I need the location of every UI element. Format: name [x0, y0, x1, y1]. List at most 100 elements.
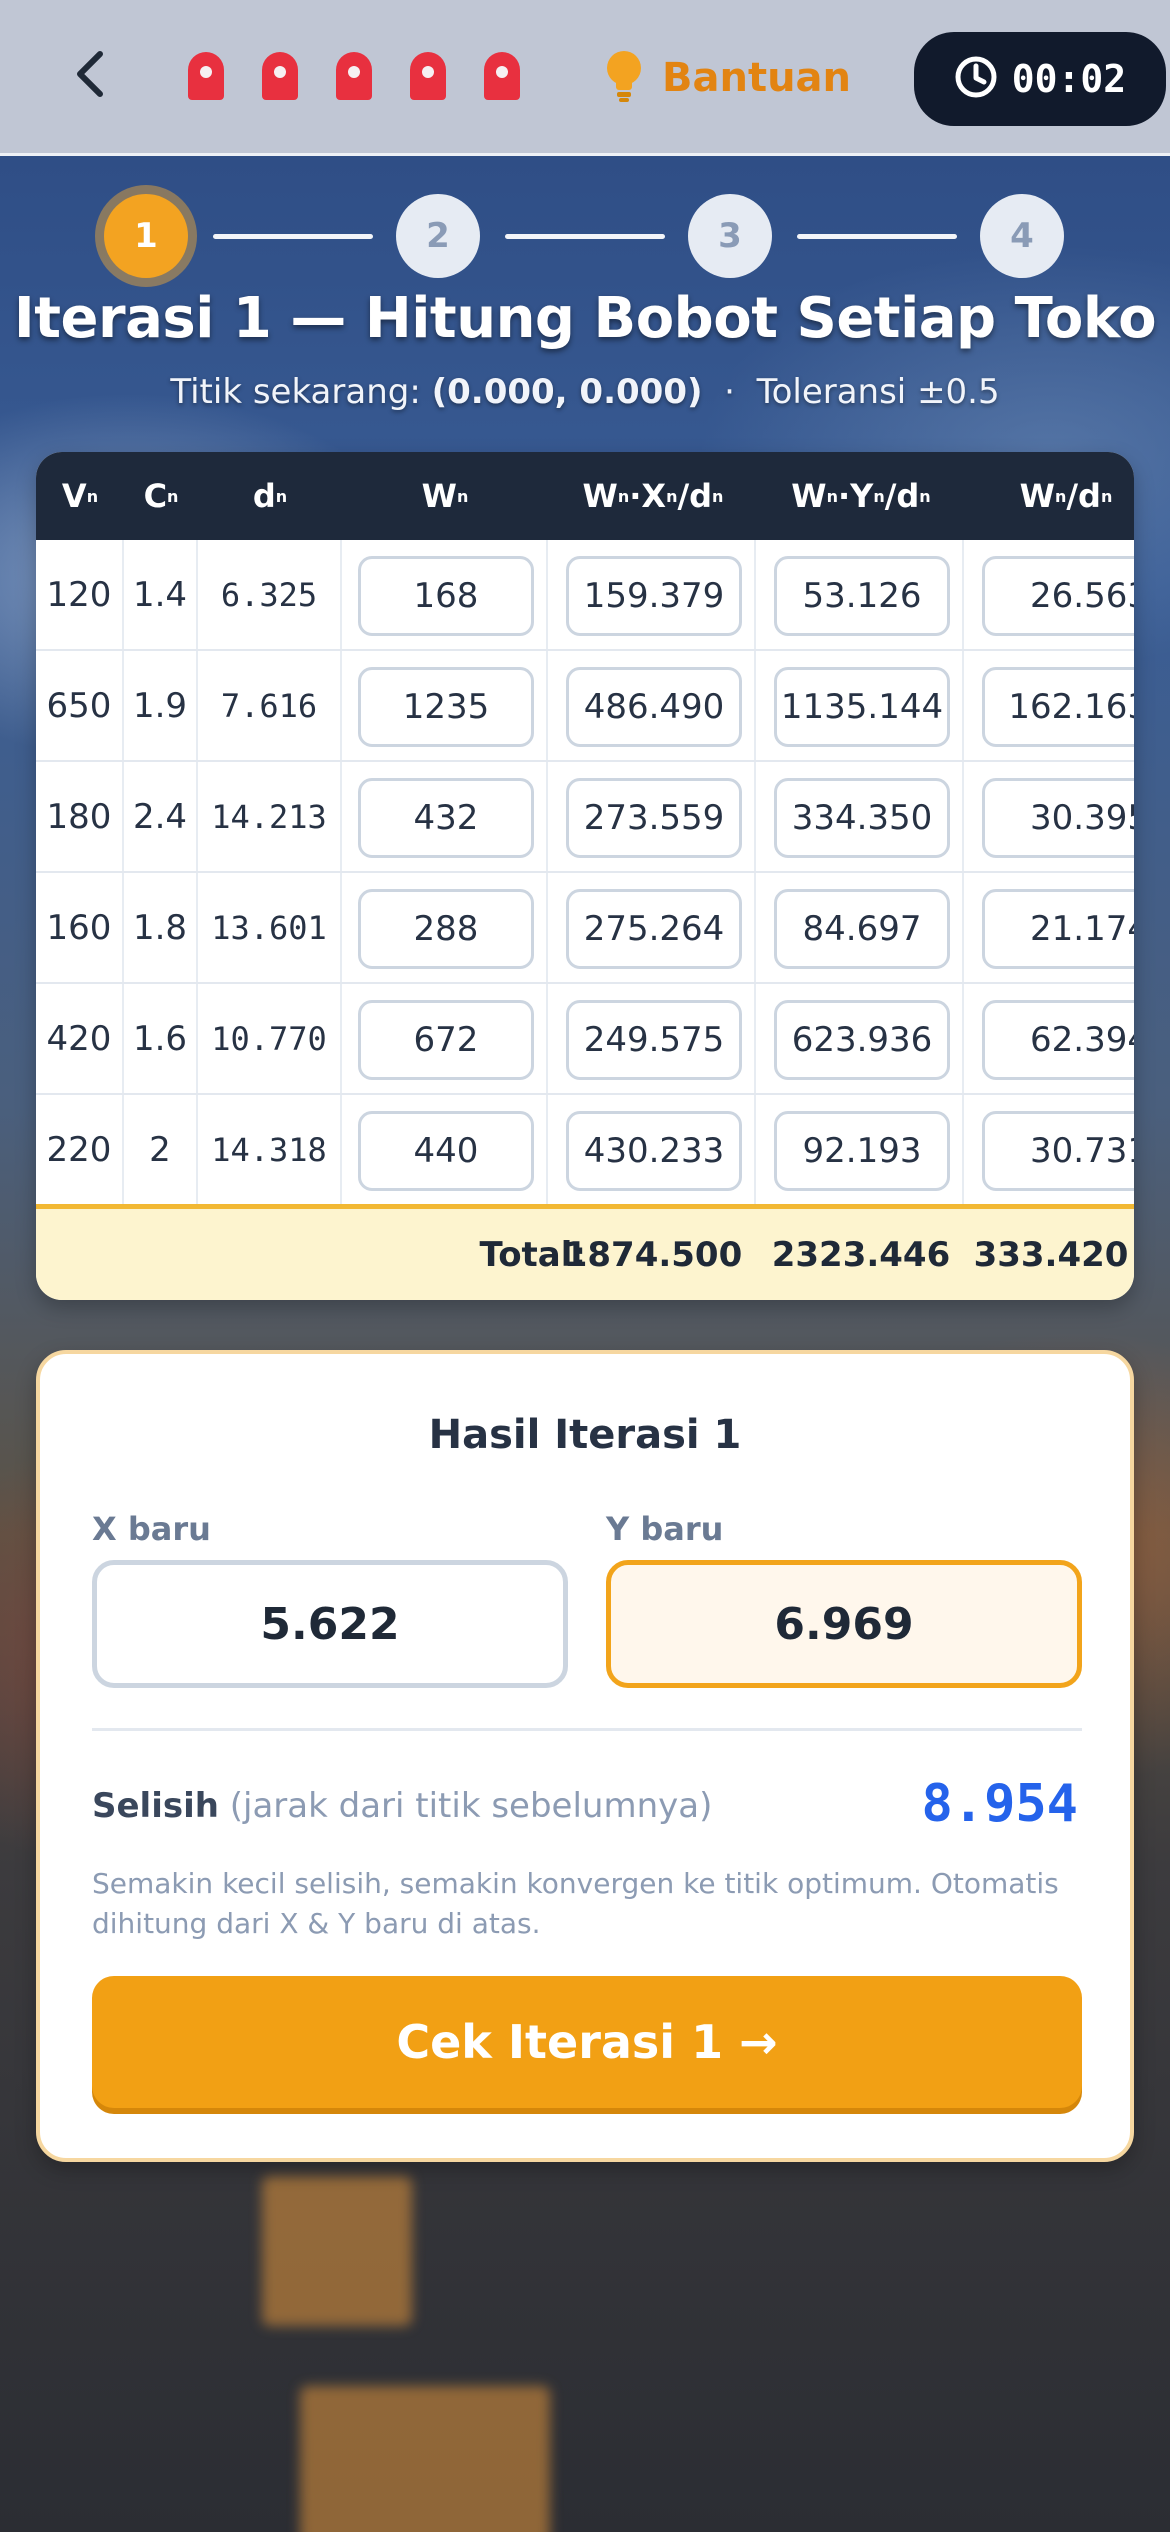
- cell-c: 1.6: [124, 984, 198, 1093]
- table-row: 6501.97.6161235 486.490 1135.144 162.163: [36, 651, 1134, 762]
- step-1: 1: [104, 194, 188, 278]
- clock-icon: [954, 55, 998, 103]
- difference-value: 8.954: [921, 1774, 1078, 1834]
- input-wd[interactable]: 21.174: [982, 889, 1134, 969]
- life-icon: [188, 52, 224, 100]
- help-label: Bantuan: [662, 55, 852, 101]
- input-wy[interactable]: 1135.144: [774, 667, 950, 747]
- header-col-wd: Wn/d n: [1019, 477, 1113, 515]
- current-point-value: (0.000, 0.000): [431, 372, 703, 412]
- step-connector: [505, 234, 665, 239]
- step-4: 4: [980, 194, 1064, 278]
- top-bar: Bantuan 00:02: [0, 0, 1170, 156]
- input-wd[interactable]: 30.395: [982, 778, 1134, 858]
- table-row: 220214.318440 430.233 92.193 30.731: [36, 1095, 1134, 1206]
- cell-v: 160: [36, 873, 124, 982]
- cell-d: 13.601: [198, 873, 342, 982]
- help-button[interactable]: Bantuan: [604, 46, 851, 110]
- input-wd[interactable]: 62.394: [982, 1000, 1134, 1080]
- input-w[interactable]: 440: [358, 1111, 534, 1191]
- input-w[interactable]: 432: [358, 778, 534, 858]
- separator-dot: ·: [724, 372, 735, 412]
- input-wx[interactable]: 249.575: [566, 1000, 742, 1080]
- total-wd: 333.420: [973, 1234, 1129, 1275]
- cell-v: 180: [36, 762, 124, 871]
- cell-c: 1.4: [124, 540, 198, 649]
- header-col-w: Wn: [421, 477, 469, 515]
- lives-indicator: [188, 52, 520, 100]
- lightbulb-icon: [604, 48, 644, 108]
- road-marking: [300, 2386, 550, 2532]
- cell-d: 14.318: [198, 1095, 342, 1204]
- y-new-input[interactable]: 6.969: [606, 1560, 1082, 1688]
- helper-note: Semakin kecil selisih, semakin konvergen…: [92, 1867, 1059, 1940]
- input-wd[interactable]: 30.731: [982, 1111, 1134, 1191]
- cell-v: 120: [36, 540, 124, 649]
- cell-v: 420: [36, 984, 124, 1093]
- road-marking: [262, 2176, 412, 2326]
- header-col-d: dn: [252, 477, 288, 515]
- cell-d: 7.616: [198, 651, 342, 760]
- timer: 00:02: [914, 32, 1166, 126]
- check-iteration-button[interactable]: Cek Iterasi 1 →: [92, 1976, 1082, 2108]
- input-wx[interactable]: 273.559: [566, 778, 742, 858]
- cell-c: 2: [124, 1095, 198, 1204]
- cell-d: 14.213: [198, 762, 342, 871]
- header-col-wy: Wn ·Y n/d n: [791, 477, 931, 515]
- table-row: 1601.813.601288 275.264 84.697 21.174: [36, 873, 1134, 984]
- table-header: Vn Cn d n Wn Wn ·X n/d n Wn ·Y n/d n Wn/d n: [36, 452, 1134, 540]
- input-wx[interactable]: 486.490: [566, 667, 742, 747]
- input-wx[interactable]: 430.233: [566, 1111, 742, 1191]
- tolerance-label: Toleransi ±0.5: [756, 372, 1000, 412]
- x-label: X baru: [92, 1510, 211, 1548]
- iteration-stepper: 1 2 3 4: [0, 190, 1170, 286]
- cell-d: 10.770: [198, 984, 342, 1093]
- input-wd[interactable]: 26.563: [982, 556, 1134, 636]
- total-wx: 1874.500: [563, 1234, 743, 1275]
- step-connector: [797, 234, 957, 239]
- input-wx[interactable]: 275.264: [566, 889, 742, 969]
- cell-c: 2.4: [124, 762, 198, 871]
- input-w[interactable]: 168: [358, 556, 534, 636]
- x-new-input[interactable]: 5.622: [92, 1560, 568, 1688]
- header-col-c: Cn: [143, 477, 179, 515]
- table-row: 4201.610.770672 249.575 623.936 62.394: [36, 984, 1134, 1095]
- timer-value: 00:02: [1011, 57, 1127, 101]
- input-wy[interactable]: 84.697: [774, 889, 950, 969]
- cell-d: 6.325: [198, 540, 342, 649]
- input-wy[interactable]: 623.936: [774, 1000, 950, 1080]
- divider: [92, 1728, 1082, 1731]
- table-totals-row: Total: 1874.500 2323.446 333.420: [36, 1204, 1134, 1300]
- cell-c: 1.9: [124, 651, 198, 760]
- input-w[interactable]: 672: [358, 1000, 534, 1080]
- input-wy[interactable]: 53.126: [774, 556, 950, 636]
- cell-v: 650: [36, 651, 124, 760]
- result-title: Hasil Iterasi 1: [428, 1412, 742, 1458]
- input-wy[interactable]: 334.350: [774, 778, 950, 858]
- weights-table: Vn Cn d n Wn Wn ·X n/d n Wn ·Y n/d n Wn/d n 120 1.4 6.32…: [36, 452, 1134, 1300]
- input-w[interactable]: 1235: [358, 667, 534, 747]
- difference-title: Selisih: [92, 1786, 219, 1826]
- table-row: 1802.414.213432 273.559 334.350 30.395: [36, 762, 1134, 873]
- input-wd[interactable]: 162.163: [982, 667, 1134, 747]
- input-wy[interactable]: 92.193: [774, 1111, 950, 1191]
- difference-hint: (jarak dari titik sebelumnya): [229, 1786, 713, 1826]
- header-col-wx: Wn ·X n/d n: [582, 477, 724, 515]
- difference-label: Selisih (jarak dari titik sebelumnya): [92, 1786, 712, 1826]
- life-icon: [262, 52, 298, 100]
- step-connector: [213, 234, 373, 239]
- life-icon: [336, 52, 372, 100]
- step-2: 2: [396, 194, 480, 278]
- current-point-prefix: Titik sekarang:: [170, 372, 421, 412]
- cell-v: 220: [36, 1095, 124, 1204]
- input-w[interactable]: 288: [358, 889, 534, 969]
- input-wx[interactable]: 159.379: [566, 556, 742, 636]
- current-point-info: Titik sekarang: (0.000, 0.000) · Toleran…: [0, 372, 1170, 412]
- total-wy: 2323.446: [771, 1234, 951, 1275]
- result-card: Hasil Iterasi 1 X baru Y baru 5.622 6.96…: [36, 1350, 1134, 2162]
- y-label: Y baru: [606, 1510, 724, 1548]
- back-button[interactable]: [58, 44, 122, 108]
- chevron-left-icon: [70, 49, 110, 103]
- cell-c: 1.8: [124, 873, 198, 982]
- table-row: 1201.46.325168 159.379 53.126 26.563: [36, 540, 1134, 651]
